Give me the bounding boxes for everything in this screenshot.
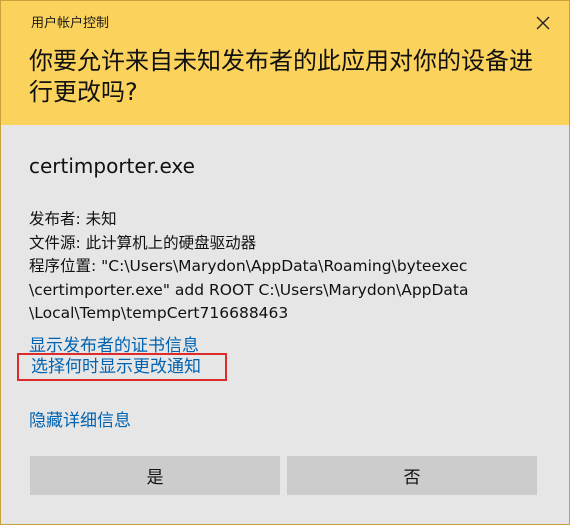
file-origin-text: 文件源: 此计算机上的硬盘驱动器 [29,233,257,252]
app-name: certimporter.exe [29,154,195,178]
no-button[interactable]: 否 [287,456,537,495]
uac-dialog: 用户帐户控制 你要允许来自未知发布者的此应用对你的设备进行更改吗? certim… [0,0,570,525]
program-location-line3: \Local\Temp\tempCert716688463 [29,304,289,322]
window-title: 用户帐户控制 [31,16,110,31]
change-notification-link[interactable]: 选择何时显示更改通知 [17,353,227,381]
uac-question: 你要允许来自未知发布者的此应用对你的设备进行更改吗? [29,47,533,106]
dialog-header: 用户帐户控制 你要允许来自未知发布者的此应用对你的设备进行更改吗? [1,1,569,125]
close-button[interactable] [529,9,557,37]
yes-button[interactable]: 是 [30,456,280,495]
publisher-text: 发布者: 未知 [29,210,117,228]
program-location-line2: \certimporter.exe" add ROOT C:\Users\Mar… [29,280,469,299]
details-section: 发布者: 未知 文件源: 此计算机上的硬盘驱动器 程序位置: "C:\Users… [29,208,549,326]
hide-details-link[interactable]: 隐藏详细信息 [29,406,131,431]
program-location-line1: 程序位置: "C:\Users\Marydon\AppData\Roaming\… [29,257,468,275]
close-icon [536,16,550,30]
